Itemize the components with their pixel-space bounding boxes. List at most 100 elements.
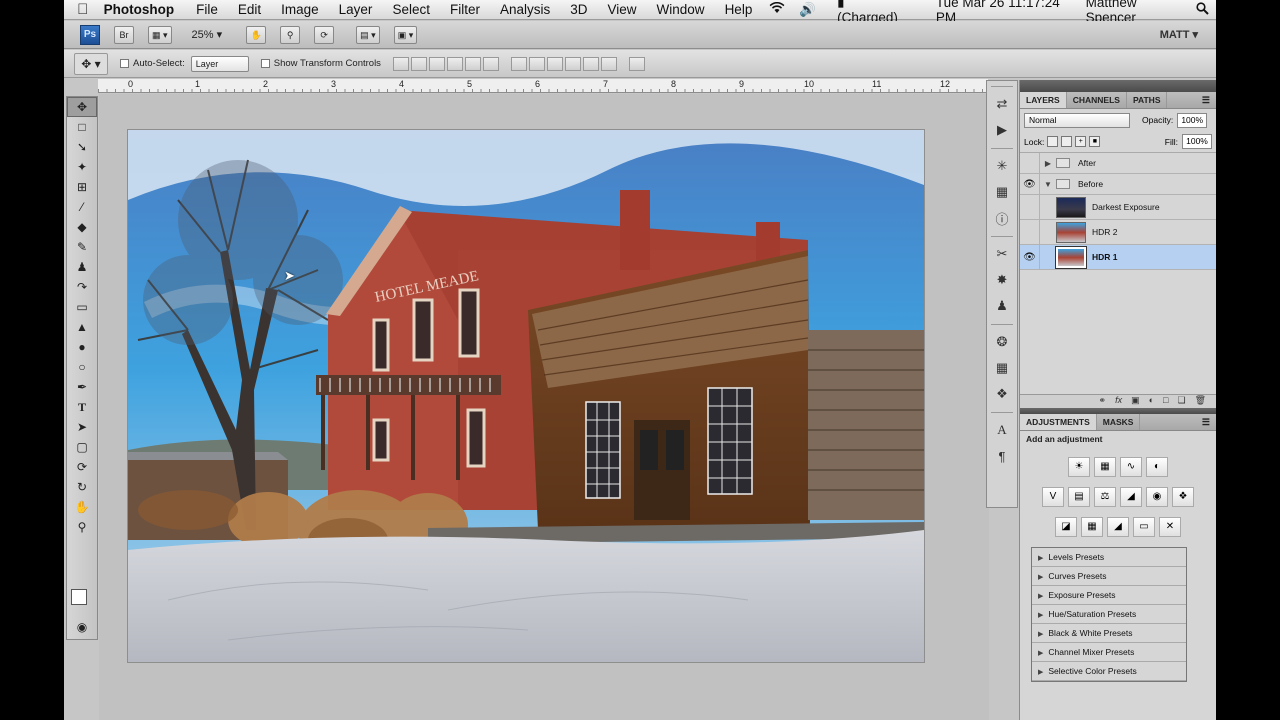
- new-layer-icon[interactable]: ❏: [1177, 395, 1185, 408]
- threshold-icon[interactable]: ◢: [1107, 517, 1129, 537]
- opacity-field[interactable]: 100%: [1177, 112, 1208, 128]
- blur-tool[interactable]: ●: [67, 337, 97, 357]
- invert-icon[interactable]: ◪: [1055, 517, 1077, 537]
- brush-tool[interactable]: ✎: [67, 237, 97, 257]
- brightness-contrast-icon[interactable]: ☀: [1068, 457, 1090, 477]
- distribute-right-button[interactable]: [600, 56, 617, 71]
- arrange-documents-button[interactable]: ▤ ▾: [356, 25, 380, 44]
- vibrance-icon[interactable]: V: [1042, 487, 1064, 507]
- align-right-button[interactable]: [482, 56, 499, 71]
- lock-position-button[interactable]: +: [1075, 136, 1087, 147]
- lasso-tool[interactable]: ➘: [67, 137, 97, 157]
- layer-group-after[interactable]: ▶ After: [1020, 153, 1216, 174]
- quick-selection-tool[interactable]: ✦: [67, 157, 97, 177]
- eye-icon[interactable]: 👁: [1020, 174, 1040, 194]
- trash-icon[interactable]: 🗑: [1195, 395, 1206, 408]
- eye-icon[interactable]: 👁: [1020, 245, 1040, 269]
- zoom-tool-button[interactable]: ⚲: [280, 25, 301, 44]
- align-vcenter-button[interactable]: [410, 56, 427, 71]
- align-left-button[interactable]: [446, 56, 463, 71]
- 3d-orbit-tool[interactable]: ↻: [67, 477, 97, 497]
- transform-controls-checkbox[interactable]: [260, 59, 270, 68]
- distribute-bottom-button[interactable]: [546, 56, 563, 71]
- add-mask-icon[interactable]: ▣: [1131, 395, 1140, 408]
- menu-file[interactable]: File: [186, 2, 228, 17]
- layer-darkest-exposure[interactable]: Darkest Exposure: [1020, 195, 1216, 220]
- pen-tool[interactable]: ✒: [67, 377, 97, 397]
- distribute-left-button[interactable]: [564, 56, 581, 71]
- view-extras-button[interactable]: ▦ ▾: [148, 25, 172, 44]
- workspace-switcher[interactable]: MATT ▾: [1160, 28, 1198, 41]
- distribute-vcenter-button[interactable]: [528, 56, 545, 71]
- preset-selective-color[interactable]: ▶ Selective Color Presets: [1032, 662, 1186, 681]
- distribute-hcenter-button[interactable]: [582, 56, 599, 71]
- gradient-map-icon[interactable]: ▭: [1133, 517, 1155, 537]
- menu-select[interactable]: Select: [382, 2, 440, 17]
- screen-mode-button[interactable]: ▣ ▾: [393, 25, 418, 44]
- zoom-tool[interactable]: ⚲: [67, 517, 97, 537]
- info-panel-button[interactable]: ⓘ: [987, 205, 1017, 231]
- visibility-toggle[interactable]: [1020, 220, 1040, 244]
- blend-mode-dropdown[interactable]: Normal: [1024, 112, 1130, 128]
- panel-menu-icon[interactable]: ☰: [1196, 92, 1216, 108]
- clone-source-panel-button[interactable]: ♟: [987, 293, 1017, 319]
- 3d-rotate-tool[interactable]: ⟳: [67, 457, 97, 477]
- character-panel-button[interactable]: A: [987, 417, 1017, 443]
- marquee-tool[interactable]: □: [67, 117, 97, 137]
- preset-curves[interactable]: ▶ Curves Presets: [1032, 567, 1186, 586]
- history-brush-tool[interactable]: ↷: [67, 277, 97, 297]
- dodge-tool[interactable]: ○: [67, 357, 97, 377]
- lock-all-button[interactable]: ■: [1089, 136, 1101, 147]
- app-menu[interactable]: Photoshop: [102, 2, 187, 17]
- menu-filter[interactable]: Filter: [440, 2, 490, 17]
- actions-panel-button[interactable]: ▶: [987, 117, 1017, 143]
- apple-icon[interactable]: : [64, 1, 102, 18]
- crop-tool[interactable]: ⊞: [67, 177, 97, 197]
- swatches-panel-button[interactable]: ▦: [987, 355, 1017, 381]
- exposure-icon[interactable]: ◐: [1146, 457, 1168, 477]
- preset-hue-saturation[interactable]: ▶ Hue/Saturation Presets: [1032, 605, 1186, 624]
- move-tool[interactable]: ✥: [67, 97, 97, 117]
- photo-filter-icon[interactable]: ◉: [1146, 487, 1168, 507]
- posterize-icon[interactable]: ▦: [1081, 517, 1103, 537]
- auto-align-button[interactable]: [628, 56, 645, 71]
- menu-edit[interactable]: Edit: [228, 2, 271, 17]
- layer-style-icon[interactable]: fx: [1115, 395, 1122, 408]
- paint-bucket-tool[interactable]: ▲: [67, 317, 97, 337]
- quick-mask-button[interactable]: ◉: [67, 617, 97, 637]
- visibility-toggle[interactable]: [1020, 153, 1040, 173]
- curves-icon[interactable]: ∿: [1120, 457, 1142, 477]
- expand-arrow-icon[interactable]: ▶: [1040, 159, 1056, 168]
- visibility-toggle[interactable]: [1020, 195, 1040, 219]
- hand-tool-button[interactable]: ✋: [246, 25, 267, 44]
- fill-field[interactable]: 100%: [1182, 134, 1212, 149]
- menu-help[interactable]: Help: [715, 2, 763, 17]
- spotlight-icon[interactable]: [1189, 1, 1216, 18]
- styles-panel-button[interactable]: ❖: [987, 381, 1017, 407]
- panel-menu-icon[interactable]: ☰: [1196, 414, 1216, 430]
- histogram-panel-button[interactable]: ▦: [987, 179, 1017, 205]
- align-hcenter-button[interactable]: [464, 56, 481, 71]
- layer-group-before[interactable]: 👁 ▼ Before: [1020, 174, 1216, 195]
- eraser-tool[interactable]: ▭: [67, 297, 97, 317]
- lock-pixels-button[interactable]: [1061, 136, 1073, 147]
- menu-view[interactable]: View: [598, 2, 647, 17]
- align-top-button[interactable]: [392, 56, 409, 71]
- tab-paths[interactable]: PATHS: [1127, 92, 1168, 108]
- auto-select-dropdown[interactable]: Layer: [190, 55, 249, 72]
- volume-icon[interactable]: 🔊: [792, 2, 823, 18]
- zoom-level[interactable]: 25% ▾: [192, 28, 223, 41]
- levels-icon[interactable]: ▦: [1094, 457, 1116, 477]
- lock-transparency-button[interactable]: [1047, 136, 1059, 147]
- shape-tool[interactable]: ▢: [67, 437, 97, 457]
- tool-preset-picker[interactable]: ✥ ▾: [74, 52, 108, 75]
- hand-tool[interactable]: ✋: [67, 497, 97, 517]
- menu-image[interactable]: Image: [271, 2, 329, 17]
- path-selection-tool[interactable]: ➤: [67, 417, 97, 437]
- bridge-button[interactable]: Br: [114, 25, 134, 44]
- brushes-panel-button[interactable]: ✸: [987, 267, 1017, 293]
- healing-brush-tool[interactable]: ◆: [67, 217, 97, 237]
- tab-layers[interactable]: LAYERS: [1020, 92, 1067, 108]
- preset-black-white[interactable]: ▶ Black & White Presets: [1032, 624, 1186, 643]
- layer-hdr-2[interactable]: HDR 2: [1020, 220, 1216, 245]
